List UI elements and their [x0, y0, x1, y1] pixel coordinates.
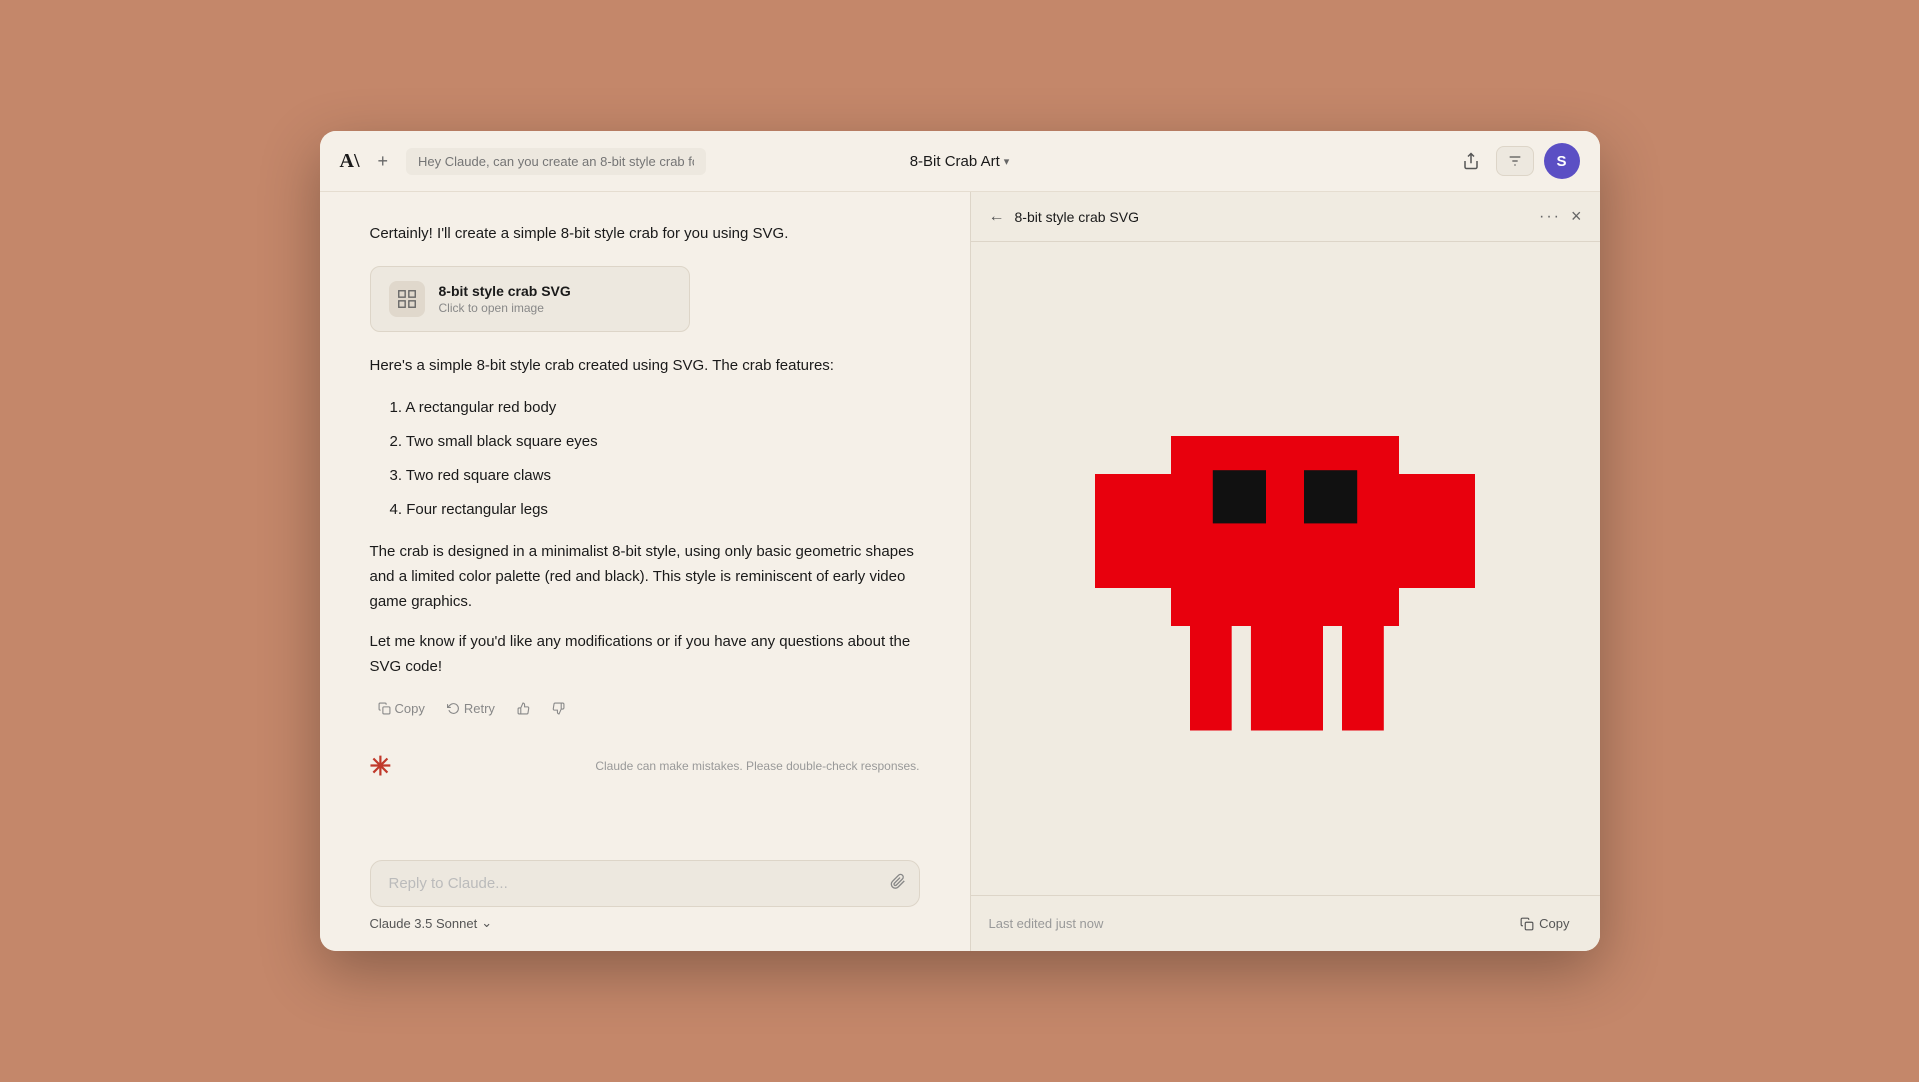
reply-input[interactable]: Reply to Claude... [370, 860, 920, 907]
feature-list: A rectangular red body Two small black s… [370, 396, 920, 522]
model-selector[interactable]: Claude 3.5 Sonnet ⌄ [370, 915, 493, 931]
disclaimer: Claude can make mistakes. Please double-… [595, 759, 919, 773]
retry-button[interactable]: Retry [439, 696, 503, 721]
share-button[interactable] [1456, 146, 1486, 176]
list-item: Two red square claws [380, 464, 920, 488]
model-name: Claude 3.5 Sonnet [370, 916, 478, 931]
input-wrapper: Reply to Claude... [370, 860, 920, 907]
copy-button[interactable]: Copy [370, 696, 433, 721]
panel-copy-button[interactable]: Copy [1508, 910, 1581, 937]
message-actions: Copy Retry [370, 696, 920, 721]
artifact-icon [389, 281, 425, 317]
paragraph-1: The crab is designed in a minimalist 8-b… [370, 540, 920, 614]
logo: A\ [340, 150, 360, 173]
chat-panel: Certainly! I'll create a simple 8-bit st… [320, 192, 970, 951]
chat-messages: Certainly! I'll create a simple 8-bit st… [320, 192, 970, 845]
svg-panel: ← 8-bit style crab SVG ··· × [970, 192, 1600, 951]
crab-image [1095, 359, 1475, 779]
header-right: S [966, 143, 1580, 179]
retry-label: Retry [464, 701, 495, 716]
svg-display [971, 242, 1600, 895]
filter-button[interactable] [1496, 146, 1534, 176]
conversation-title[interactable]: 8-Bit Crab Art ▾ [910, 153, 1010, 170]
panel-copy-label: Copy [1539, 916, 1569, 931]
claude-status: ✳ Claude can make mistakes. Please doubl… [370, 741, 920, 792]
panel-close-button[interactable]: × [1571, 206, 1582, 227]
list-item: Two small black square eyes [380, 430, 920, 454]
copy-label: Copy [395, 701, 425, 716]
input-area: Reply to Claude... Claude 3.5 Sonnet ⌄ [320, 845, 970, 951]
list-item: Four rectangular legs [380, 498, 920, 522]
search-input[interactable] [406, 148, 706, 175]
avatar[interactable]: S [1544, 143, 1580, 179]
panel-footer: Last edited just now Copy [971, 895, 1600, 951]
paragraph-2: Let me know if you'd like any modificati… [370, 630, 920, 680]
panel-back-button[interactable]: ← [989, 208, 1005, 226]
thumbup-button[interactable] [509, 697, 538, 720]
attach-button[interactable] [890, 873, 906, 894]
title-chevron-icon: ▾ [1004, 155, 1010, 168]
message-desc: Here's a simple 8-bit style crab created… [370, 354, 920, 378]
last-edited-text: Last edited just now [989, 916, 1509, 931]
main-content: Certainly! I'll create a simple 8-bit st… [320, 192, 1600, 951]
artifact-title: 8-bit style crab SVG [439, 283, 571, 299]
panel-title: 8-bit style crab SVG [1015, 209, 1530, 225]
panel-menu-button[interactable]: ··· [1539, 208, 1561, 226]
artifact-subtitle: Click to open image [439, 301, 571, 315]
app-window: A\ + 8-Bit Crab Art ▾ S [320, 131, 1600, 951]
list-item: A rectangular red body [380, 396, 920, 420]
message-intro: Certainly! I'll create a simple 8-bit st… [370, 222, 920, 246]
header: A\ + 8-Bit Crab Art ▾ S [320, 131, 1600, 192]
claude-logo-icon: ✳ [370, 751, 392, 782]
panel-header: ← 8-bit style crab SVG ··· × [971, 192, 1600, 242]
artifact-info: 8-bit style crab SVG Click to open image [439, 283, 571, 315]
thumbdown-button[interactable] [544, 697, 573, 720]
new-chat-button[interactable]: + [370, 147, 397, 176]
header-left: A\ + [340, 147, 954, 176]
artifact-card[interactable]: 8-bit style crab SVG Click to open image [370, 266, 690, 332]
model-chevron-icon: ⌄ [481, 915, 492, 931]
